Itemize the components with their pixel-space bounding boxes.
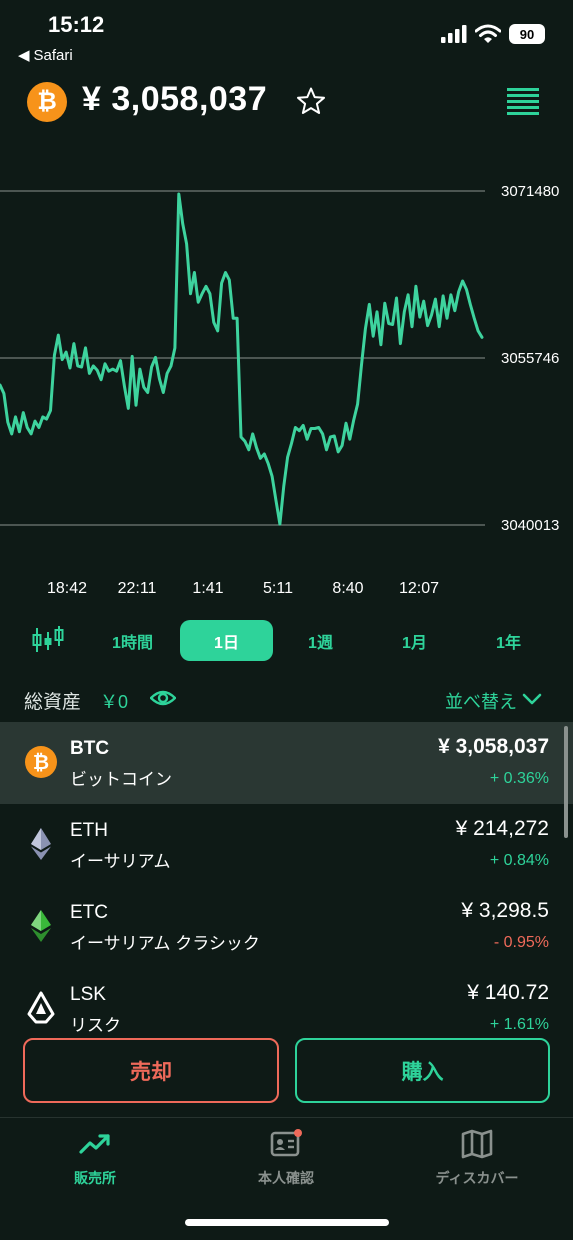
tab-period-0[interactable]: 1時間 [86, 620, 179, 661]
map-icon [461, 1129, 493, 1159]
notification-dot-icon [294, 1129, 302, 1137]
coin-name: ビットコイン [70, 770, 172, 789]
coin-name: リスク [70, 1016, 121, 1035]
eye-icon[interactable] [150, 688, 176, 708]
x-axis-label: 22:11 [117, 580, 157, 597]
y-axis-label: 3040013 [501, 517, 559, 534]
coin-change: + 0.36% [489, 770, 549, 787]
coin-symbol: BTC [70, 738, 110, 759]
coin-price: ¥ 3,058,037 [438, 735, 549, 758]
coin-row-eth[interactable]: ETH イーサリアム ¥ 214,272 + 0.84% [0, 804, 573, 886]
tab-period-1[interactable]: 1日 [180, 620, 273, 661]
coin-change: + 1.61% [489, 1016, 549, 1033]
battery-indicator: 90 [509, 24, 545, 44]
coin-row-etc[interactable]: ETC イーサリアム クラシック ¥ 3,298.5 - 0.95% [0, 886, 573, 968]
y-axis-label: 3071480 [501, 183, 559, 200]
nav-item-shop[interactable]: 販売所 [20, 1128, 170, 1188]
nav-item-identity[interactable]: 本人確認 [211, 1128, 361, 1188]
x-axis-label: 5:11 [263, 580, 293, 597]
price-chart[interactable]: 3071480 3055746 3040013 [0, 170, 573, 550]
ethereum-classic-icon [31, 910, 51, 942]
x-axis-label: 1:41 [192, 580, 224, 597]
back-to-app-link[interactable]: ◀ Safari [18, 46, 73, 65]
home-indicator[interactable] [185, 1219, 389, 1226]
total-assets-value: ￥0 [100, 692, 129, 712]
coin-price: ¥ 3,298.5 [461, 899, 549, 922]
wifi-icon [475, 24, 501, 43]
status-indicators: 90 [441, 24, 545, 44]
coin-price: ¥ 140.72 [467, 981, 549, 1004]
back-app-label: Safari [33, 46, 73, 64]
x-axis-label: 8:40 [332, 580, 364, 597]
tab-period-2[interactable]: 1週 [274, 620, 367, 661]
nav-label-discover: ディスカバー [435, 1170, 519, 1186]
x-axis-label: 12:07 [398, 580, 440, 597]
header-price: ¥ 3,058,037 [82, 80, 268, 118]
order-book-icon[interactable] [507, 88, 539, 116]
coin-change: + 0.84% [489, 852, 549, 869]
bitcoin-logo-icon: ₿ [27, 82, 67, 122]
nav-item-discover[interactable]: ディスカバー [402, 1128, 552, 1188]
lisk-icon [27, 991, 55, 1024]
candlestick-toggle-icon[interactable] [32, 626, 64, 654]
trend-up-icon [79, 1134, 110, 1154]
coin-name: イーサリアム クラシック [70, 934, 260, 953]
coin-change: - 0.95% [493, 934, 549, 951]
total-assets-label: 総資産 [24, 692, 82, 713]
ethereum-icon [31, 828, 51, 860]
signal-icon [441, 25, 467, 43]
coin-symbol: ETH [70, 820, 108, 841]
status-time: 15:12 [48, 12, 105, 37]
price-line [0, 192, 484, 526]
sell-button[interactable]: 売却 [23, 1038, 279, 1103]
coin-price: ¥ 214,272 [455, 817, 549, 840]
list-scrollbar[interactable] [564, 726, 568, 838]
coin-symbol: LSK [70, 984, 106, 1005]
coin-name: イーサリアム [70, 852, 171, 871]
nav-label-identity: 本人確認 [258, 1170, 314, 1186]
chevron-down-icon[interactable] [521, 690, 543, 708]
id-card-icon [270, 1129, 302, 1157]
svg-text:₿: ₿ [33, 750, 49, 774]
favorite-star-icon[interactable] [296, 86, 326, 116]
x-axis-label: 18:42 [46, 580, 88, 597]
tab-period-4[interactable]: 1年 [462, 620, 555, 661]
sort-button[interactable]: 並べ替え [445, 688, 517, 714]
tab-period-3[interactable]: 1月 [368, 620, 461, 661]
bitcoin-icon: ₿ [25, 746, 57, 778]
nav-label-shop: 販売所 [74, 1170, 116, 1186]
buy-button[interactable]: 購入 [295, 1038, 550, 1103]
back-arrow-icon: ◀ [18, 47, 30, 64]
y-axis-label: 3055746 [501, 350, 559, 367]
coin-symbol: ETC [70, 902, 108, 923]
coin-row-btc[interactable]: ₿ BTC ビットコイン ¥ 3,058,037 + 0.36% [0, 722, 573, 804]
